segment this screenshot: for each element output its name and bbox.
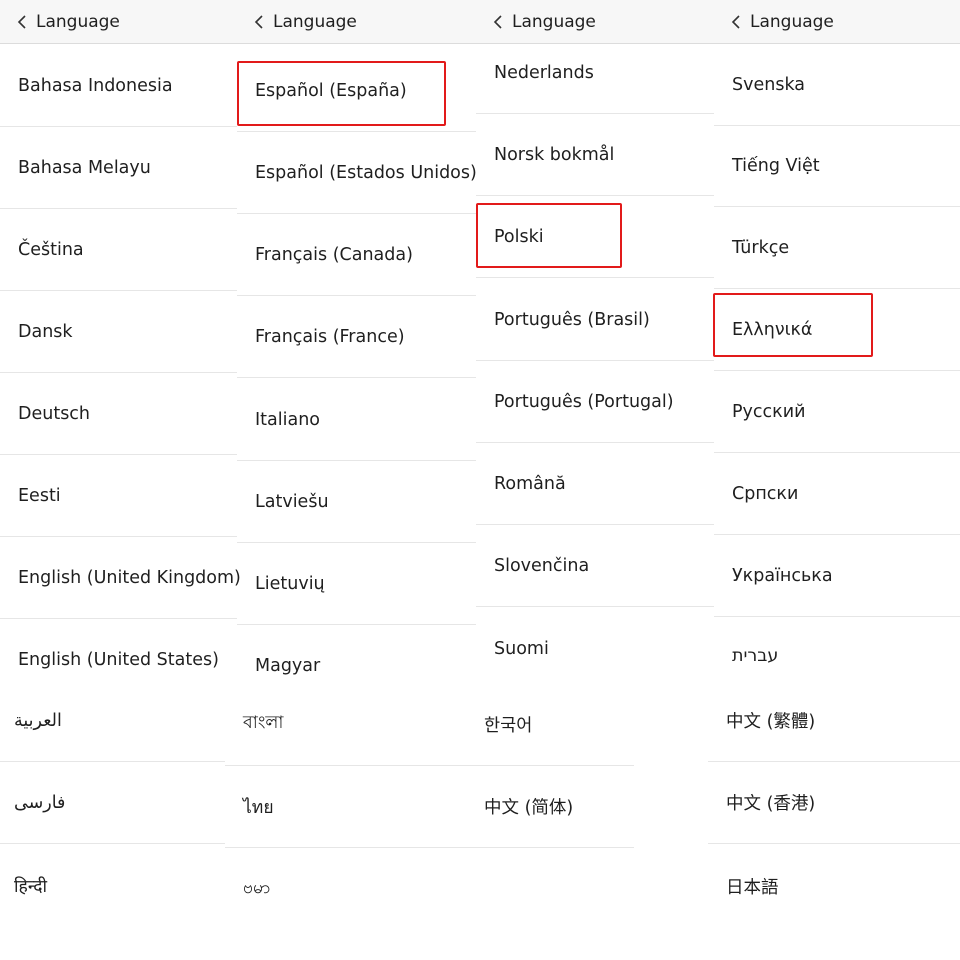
language-item[interactable]: Bahasa Indonesia <box>0 45 237 127</box>
language-item[interactable]: Español (Estados Unidos) <box>237 132 477 214</box>
back-button[interactable]: Language <box>16 0 120 44</box>
language-item[interactable]: Latviešu <box>237 461 476 543</box>
language-item-selected[interactable]: Ελληνικά <box>714 289 960 371</box>
back-button[interactable]: Language <box>730 0 834 44</box>
chevron-left-icon <box>254 14 263 29</box>
language-item[interactable]: Dansk <box>0 291 237 373</box>
header-panel-2: Language <box>237 0 476 44</box>
language-item[interactable]: Svenska <box>714 44 960 126</box>
chevron-left-icon <box>731 14 740 29</box>
chevron-left-icon <box>493 14 502 29</box>
header-panel-4: Language <box>714 0 960 44</box>
language-item[interactable]: Português (Portugal) <box>476 361 714 443</box>
page-title: Language <box>36 11 120 32</box>
language-item[interactable]: Italiano <box>237 379 476 461</box>
language-item[interactable]: 中文 (繁體) <box>708 680 960 762</box>
language-item[interactable]: Bahasa Melayu <box>0 127 237 209</box>
back-button[interactable]: Language <box>253 0 357 44</box>
header-panel-3: Language <box>476 0 714 44</box>
language-item[interactable]: Norsk bokmål <box>476 114 714 196</box>
language-item[interactable]: हिन्दी <box>0 845 225 927</box>
language-item[interactable]: Українська <box>714 535 960 617</box>
language-item[interactable]: বাংলা <box>225 684 475 766</box>
language-item[interactable]: ဗမာ <box>225 848 475 930</box>
back-button[interactable]: Language <box>492 0 596 44</box>
page-title: Language <box>750 11 834 32</box>
language-item-selected[interactable]: Polski <box>476 196 714 278</box>
language-item[interactable]: Română <box>476 443 714 525</box>
language-item[interactable]: Eesti <box>0 455 237 537</box>
language-item[interactable]: Português (Brasil) <box>476 279 714 361</box>
chevron-left-icon <box>17 14 26 29</box>
language-item[interactable]: Русский <box>714 371 960 453</box>
language-item[interactable]: Čeština <box>0 209 237 291</box>
language-item[interactable]: العربية <box>0 680 225 762</box>
language-item[interactable]: Slovenčina <box>476 525 714 607</box>
language-item[interactable]: 한국어 <box>472 684 634 766</box>
language-item[interactable]: ไทย <box>225 766 475 848</box>
language-item-selected[interactable]: Español (España) <box>237 50 476 132</box>
language-item[interactable]: فارسی <box>0 762 225 844</box>
language-item[interactable]: Français (France) <box>237 296 476 378</box>
page-title: Language <box>273 11 357 32</box>
language-item[interactable]: Français (Canada) <box>237 214 476 296</box>
language-item[interactable]: Tiếng Việt <box>714 125 960 207</box>
language-item[interactable]: Lietuvių <box>237 543 476 625</box>
language-item[interactable]: English (United Kingdom) <box>0 537 241 619</box>
language-item[interactable]: Српски <box>714 453 960 535</box>
language-item[interactable]: Deutsch <box>0 373 237 455</box>
language-item[interactable]: Türkçe <box>714 207 960 289</box>
language-item[interactable]: 中文 (香港) <box>708 762 960 844</box>
language-item[interactable]: Nederlands <box>476 44 714 114</box>
language-item[interactable]: 日本語 <box>708 845 960 927</box>
page-title: Language <box>512 11 596 32</box>
header-panel-1: Language <box>0 0 237 44</box>
language-item[interactable]: 中文 (简体) <box>472 766 634 848</box>
